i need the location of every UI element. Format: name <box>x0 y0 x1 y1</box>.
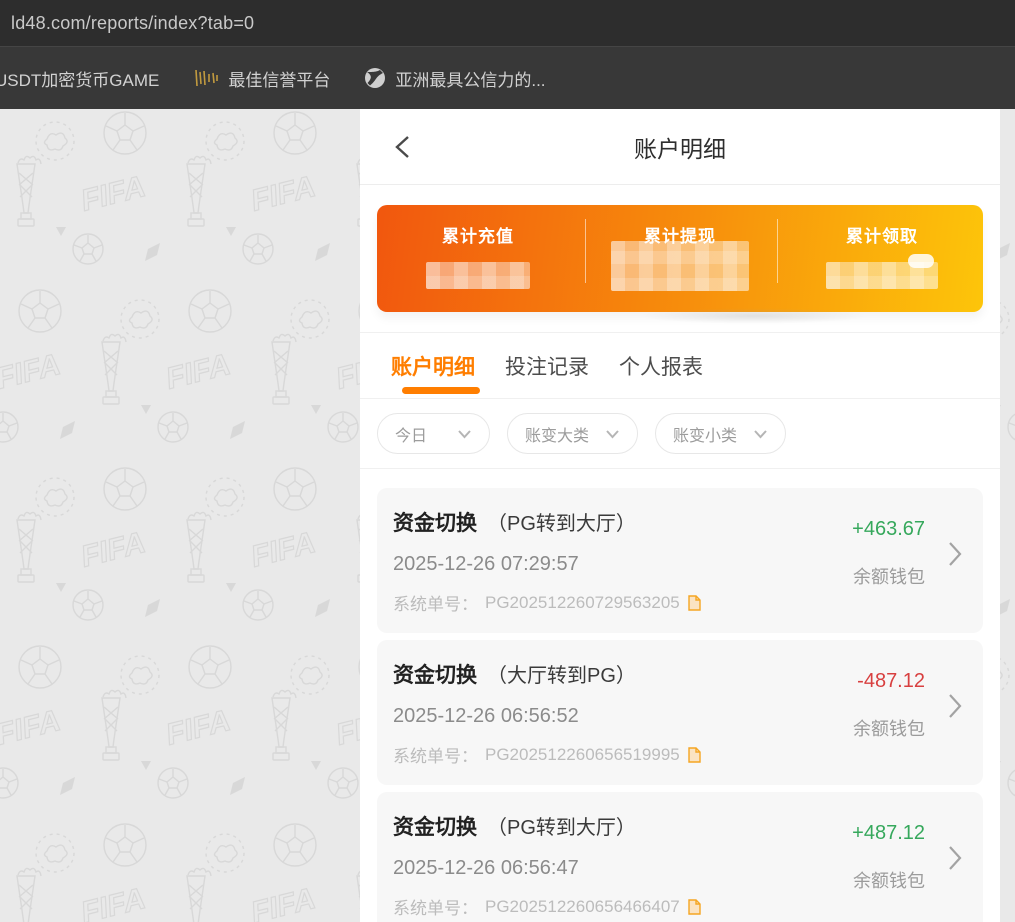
back-button[interactable] <box>392 133 420 161</box>
bookmark-label: USDT加密货币GAME <box>0 70 160 90</box>
transaction-row[interactable]: 资金切换 （PG转到大厅） 2025-12-26 07:29:57 系统单号： … <box>377 488 983 633</box>
active-tab-underline <box>402 387 480 394</box>
chevron-down-icon <box>753 429 768 439</box>
transaction-list: 资金切换 （PG转到大厅） 2025-12-26 07:29:57 系统单号： … <box>360 469 1000 922</box>
transaction-detail: （PG转到大厅） <box>487 817 636 839</box>
tab-bar: 账户明细 投注记录 个人报表 <box>360 333 1000 399</box>
chevron-right-icon[interactable] <box>947 692 963 725</box>
divider <box>585 219 586 283</box>
summary-card: 累计充值 累计提现 累计领取 <box>377 205 983 324</box>
tab-betting-records[interactable]: 投注记录 <box>505 351 589 398</box>
filter-date-dropdown[interactable]: 今日 <box>377 413 490 454</box>
transaction-row[interactable]: 资金切换 （大厅转到PG） 2025-12-26 06:56:52 系统单号： … <box>377 640 983 785</box>
bookmark-usdt-game[interactable]: USDT加密货币GAME <box>0 66 159 91</box>
transaction-amount: -487.12 <box>857 670 925 692</box>
order-number-label: 系统单号： <box>393 747 478 766</box>
stat-label: 累计领取 <box>846 227 918 246</box>
wallet-label: 余额钱包 <box>853 567 925 587</box>
blur-smudge <box>638 308 869 324</box>
copy-icon[interactable] <box>687 594 701 611</box>
transaction-type: 资金切换 <box>393 816 477 839</box>
bookmarks-bar: USDT加密货币GAME 最佳信誉平台 亚洲最具公信力的... <box>0 46 1015 109</box>
order-number-label: 系统单号： <box>393 595 478 614</box>
bookmark-label: 最佳信誉平台 <box>228 70 331 90</box>
account-details-panel: 账户明细 累计充值 累计提现 累计领取 账户明细 投注记录 个人报表 今日 账变… <box>360 109 1000 922</box>
redacted-value <box>426 262 530 289</box>
copy-icon[interactable] <box>687 898 701 915</box>
bookmark-label: 亚洲最具公信力的... <box>395 70 546 90</box>
page-title: 账户明细 <box>634 135 726 162</box>
filter-label: 今日 <box>395 427 428 445</box>
globe-icon <box>364 67 386 89</box>
transaction-row[interactable]: 资金切换 （PG转到大厅） 2025-12-26 06:56:47 系统单号： … <box>377 792 983 922</box>
transaction-amount: +463.67 <box>852 518 925 540</box>
order-number: PG202512260656466407 <box>485 896 680 916</box>
filter-major-category-dropdown[interactable]: 账变大类 <box>507 413 638 454</box>
bookmark-asia-credibility[interactable]: 亚洲最具公信力的... <box>364 66 546 91</box>
chevron-down-icon <box>457 429 472 439</box>
stat-total-withdrawal: 累计提现 <box>579 222 781 312</box>
filter-minor-category-dropdown[interactable]: 账变小类 <box>655 413 786 454</box>
divider <box>777 219 778 283</box>
wallet-label: 余额钱包 <box>853 719 925 739</box>
order-number-label: 系统单号： <box>393 899 478 918</box>
redacted-value <box>611 241 749 291</box>
order-number: PG202512260656519995 <box>485 744 680 764</box>
chevron-down-icon <box>605 429 620 439</box>
stat-total-claimed: 累计领取 <box>781 222 983 312</box>
stat-label: 累计充值 <box>442 227 514 246</box>
stat-label: 累计提现 <box>644 227 716 246</box>
wallet-label: 余额钱包 <box>853 871 925 891</box>
filter-label: 账变大类 <box>525 427 590 445</box>
app-header: 账户明细 <box>360 109 1000 185</box>
bookmark-best-reputation[interactable]: 最佳信誉平台 <box>193 66 330 91</box>
stat-total-deposit: 累计充值 <box>377 222 579 312</box>
chevron-right-icon[interactable] <box>947 540 963 573</box>
filter-bar: 今日 账变大类 账变小类 <box>360 399 1000 469</box>
tab-personal-report[interactable]: 个人报表 <box>619 351 703 398</box>
chevron-right-icon[interactable] <box>947 844 963 877</box>
transaction-detail: （大厅转到PG） <box>487 665 636 687</box>
transaction-type: 资金切换 <box>393 512 477 535</box>
transaction-type: 资金切换 <box>393 664 477 687</box>
order-number: PG202512260729563205 <box>485 592 680 612</box>
gold-logo-icon <box>193 68 219 88</box>
page-stage: FIFA <box>0 109 1015 922</box>
chevron-left-icon <box>395 136 409 158</box>
url-text[interactable]: ld48.com/reports/index?tab=0 <box>11 13 254 34</box>
summary-section: 累计充值 累计提现 累计领取 <box>360 185 1000 333</box>
copy-icon[interactable] <box>687 746 701 763</box>
transaction-detail: （PG转到大厅） <box>487 513 636 535</box>
filter-label: 账变小类 <box>673 427 738 445</box>
transaction-amount: +487.12 <box>852 822 925 844</box>
redacted-value <box>826 254 938 289</box>
browser-url-bar[interactable]: ld48.com/reports/index?tab=0 <box>0 0 1015 46</box>
